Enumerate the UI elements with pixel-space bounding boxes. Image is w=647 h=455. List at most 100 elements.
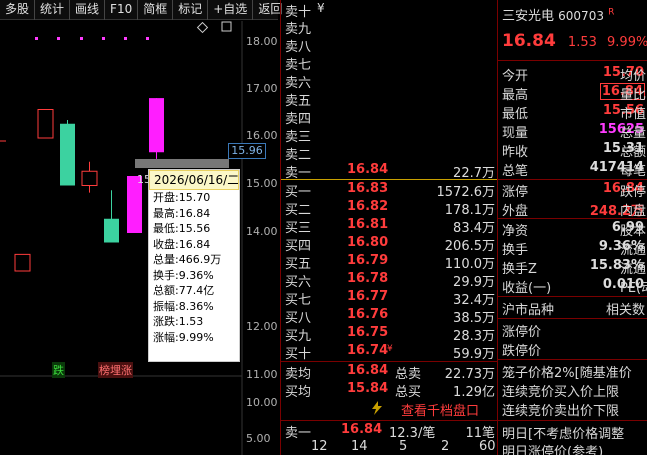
bid-row[interactable]: 买八 16.76 38.5万 — [281, 307, 497, 326]
bid-row[interactable]: 买六 16.78 29.9万 — [281, 271, 497, 290]
bid-volume: 59.9万 — [453, 347, 495, 362]
toolbar-add-watchlist[interactable]: +自选 — [208, 0, 254, 20]
toolbar-multi-stock[interactable]: 多股 — [0, 0, 36, 20]
ask-row-1[interactable]: 卖一 16.84 22.7万 — [281, 162, 497, 181]
ask-label: 卖九 — [285, 22, 312, 37]
toolbar-stats[interactable]: 统计 — [35, 0, 71, 20]
bid-price: 16.75 — [347, 325, 389, 340]
quote-key: 今开 — [502, 69, 529, 84]
bid-row[interactable]: 买一 16.83 1572.6万 — [281, 181, 497, 200]
candle-body[interactable] — [104, 218, 119, 243]
bid-price: 16.81 — [347, 217, 389, 232]
bid-row[interactable]: 买五 16.79 110.0万 — [281, 253, 497, 272]
quote-key: 涨停 — [502, 185, 529, 200]
bid-label: 买六 — [285, 275, 312, 290]
related-label[interactable]: 相关数 — [606, 299, 645, 318]
bid-price: 16.79 — [347, 253, 389, 268]
bid-row[interactable]: 买十 16.74 ¥ 59.9万 — [281, 343, 497, 362]
quote-key: 外盘 — [502, 204, 529, 219]
signal-dot — [35, 37, 38, 40]
bid-price: 16.76 — [347, 307, 389, 322]
candle-body[interactable] — [60, 123, 75, 186]
lightning-icon — [372, 401, 382, 415]
total-sell-value: 22.73万 — [444, 367, 495, 382]
quote-row: 最低 15.56 市值 — [498, 103, 647, 122]
ask-label: 卖三 — [285, 130, 312, 145]
toolbar-mark[interactable]: 标记 — [173, 0, 209, 20]
candle-body[interactable] — [81, 170, 98, 186]
price-label: 5.00 — [246, 432, 271, 445]
toolbar-f10[interactable]: F10 — [105, 0, 139, 20]
toolbar-simple[interactable]: 简框 — [138, 0, 174, 20]
bid-row[interactable]: 买九 16.75 28.3万 — [281, 325, 497, 344]
price-label: 18.00 — [246, 35, 278, 48]
sell-avg-row: 卖均 16.84 总卖 22.73万 — [281, 363, 497, 382]
divider — [498, 359, 647, 360]
ask-row[interactable]: 卖八 — [281, 36, 497, 55]
ask-row[interactable]: 卖二 — [281, 144, 497, 163]
tomorrow-label: 明日[不考虑价格调整 — [502, 427, 625, 442]
price-label: 16.00 — [246, 129, 278, 142]
bottom-number: 14 — [351, 439, 368, 454]
candle-body[interactable] — [37, 109, 54, 139]
quote-key-2: 总量 — [620, 126, 647, 141]
quote-row: 现量 15625 总量 — [498, 122, 647, 141]
candle-tooltip: 2026/06/16/二 开盘:15.70 最高:16.84 最低:15.56 … — [148, 169, 240, 362]
bid-row[interactable]: 买二 16.82 178.1万 — [281, 199, 497, 218]
quote-row: 外盘 248.2万 内盘 — [498, 200, 647, 219]
divider — [498, 218, 647, 219]
bottom-number: 60 — [479, 439, 496, 454]
bid-row[interactable]: 买七 16.77 32.4万 — [281, 289, 497, 308]
quote-key-2: 总额 — [620, 145, 647, 160]
quote-key-2: 量比 — [620, 88, 647, 103]
bid-volume: 178.1万 — [444, 203, 495, 218]
ask-row[interactable]: 卖七 — [281, 54, 497, 73]
tooltip-close: 收盘:16.84 — [153, 237, 211, 251]
quote-key: 净资 — [502, 224, 529, 239]
square-icon[interactable] — [221, 21, 232, 32]
market-row[interactable]: 沪市品种 相关数 — [498, 299, 647, 318]
view-level-button[interactable]: 查看千档盘口 — [281, 398, 497, 420]
candle-body[interactable] — [149, 98, 164, 153]
ask-row[interactable]: 卖四 — [281, 108, 497, 127]
ask-row[interactable]: 卖六 — [281, 72, 497, 91]
signal-dot — [102, 37, 105, 40]
quote-key: 最低 — [502, 107, 529, 122]
ask-label: 卖四 — [285, 112, 312, 127]
divider — [498, 60, 647, 61]
bid-row[interactable]: 买三 16.81 83.4万 — [281, 217, 497, 236]
spread-divider — [281, 179, 497, 180]
quote-key-2: 内盘 — [620, 204, 647, 219]
ask-row[interactable]: 卖十 ¥ — [281, 1, 497, 20]
quote-key-2: 均价 — [620, 69, 647, 84]
bid-row[interactable]: 买四 16.80 206.5万 — [281, 235, 497, 254]
bottom-number: 12 — [311, 439, 328, 454]
quote-key-2: 跌停 — [620, 185, 647, 200]
quote-row: 总笔 417414 每笔 — [498, 160, 647, 179]
price-label: 11.00 — [246, 368, 278, 381]
quote-key-2: 流通 — [620, 262, 647, 277]
ask-label: 卖五 — [285, 94, 312, 109]
quote-row: 换手Z 15.83% 流通 — [498, 258, 647, 277]
ask-row[interactable]: 卖三 — [281, 126, 497, 145]
ask-price: 16.84 — [347, 162, 389, 177]
buy-avg-row: 买均 15.84 总买 1.29亿 — [281, 381, 497, 400]
yen-icon: ¥ — [317, 1, 325, 15]
bid-price: 16.78 — [347, 271, 389, 286]
quote-row: 收益(一)0.010PE(动 — [498, 277, 647, 296]
stock-title[interactable]: 三安光电 600703 R — [502, 5, 614, 24]
signal-dot — [146, 37, 149, 40]
toolbar-draw[interactable]: 画线 — [70, 0, 106, 20]
ask-row[interactable]: 卖五 — [281, 90, 497, 109]
call-buy-label: 连续竞价买入价上限 — [502, 385, 620, 400]
limit-down-label: 跌停价 — [502, 344, 542, 359]
sell-avg-price: 16.84 — [347, 363, 389, 378]
bid-volume: 206.5万 — [444, 239, 495, 254]
tomorrow-limit-label: 明日涨停价(参考) — [502, 445, 604, 455]
tomorrow-limit-row: 明日涨停价(参考) — [498, 441, 647, 455]
ask-row[interactable]: 卖九 — [281, 18, 497, 37]
quote-key-2: 股本 — [620, 224, 647, 239]
diamond-icon[interactable] — [196, 21, 209, 34]
candle-body[interactable] — [14, 253, 31, 272]
tooltip-change: 涨跌:1.53 — [153, 315, 204, 328]
